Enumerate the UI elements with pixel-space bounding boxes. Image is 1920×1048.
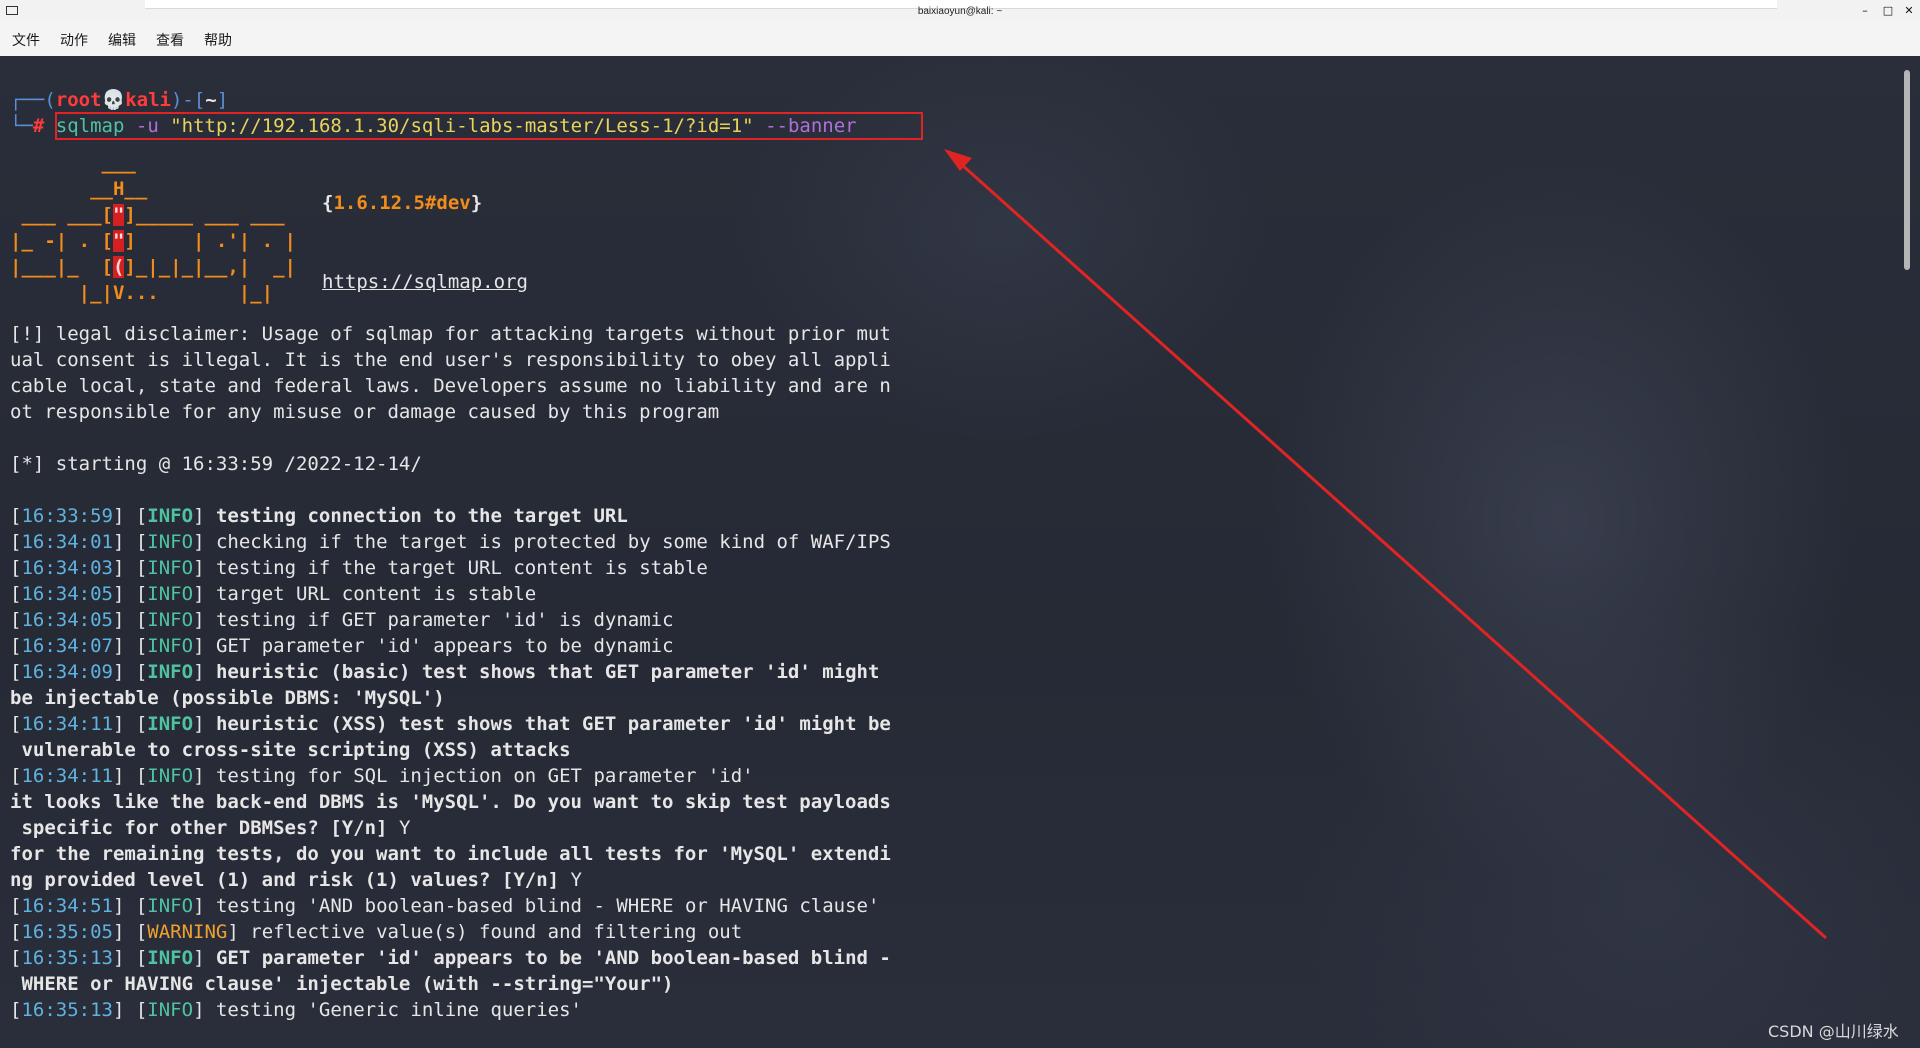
scrollbar[interactable] — [1904, 70, 1910, 270]
arrow-head — [944, 149, 972, 171]
arrow-line — [950, 154, 1828, 940]
watermark: CSDN @山川绿水 — [1768, 1022, 1899, 1041]
annotation-arrow — [944, 149, 1828, 940]
